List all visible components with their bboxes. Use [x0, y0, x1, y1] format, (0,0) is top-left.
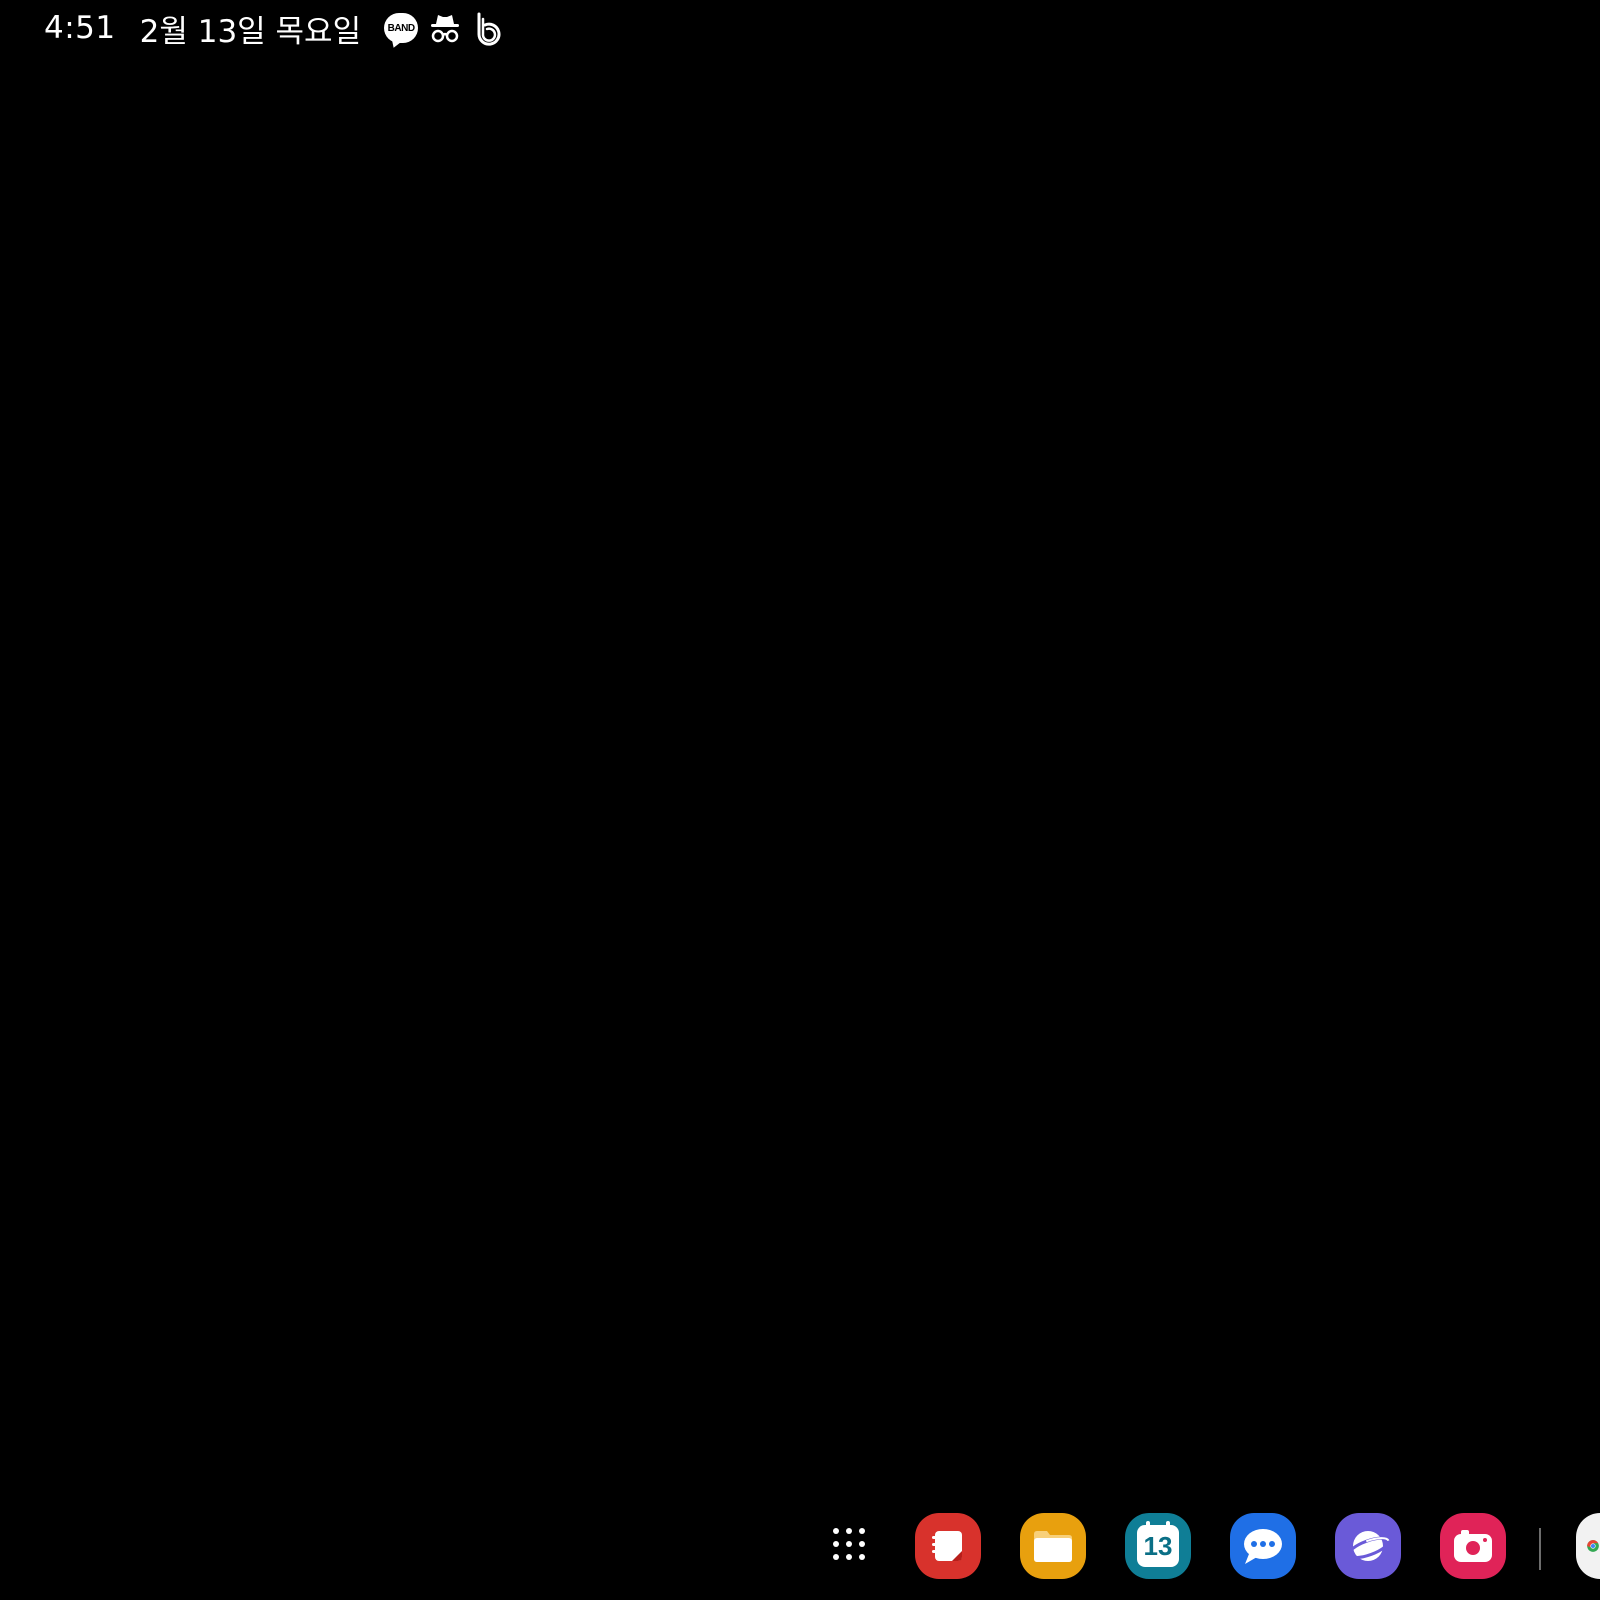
chrome-icon [1587, 1540, 1599, 1552]
planet-icon [1347, 1531, 1391, 1561]
chat-bubble-icon [1244, 1529, 1282, 1564]
calendar-icon: 13 [1137, 1521, 1179, 1567]
internet-app-button[interactable] [1335, 1513, 1401, 1579]
status-time: 4:51 [44, 10, 116, 46]
chrome-app-button[interactable] [1576, 1513, 1600, 1579]
home-screen: 4:51 2월 13일 목요일 BAND 13 [0, 0, 1600, 1600]
recorder-app-button[interactable] [1440, 1513, 1506, 1579]
bixby-icon [471, 10, 507, 46]
folder-icon [1034, 1531, 1072, 1562]
status-date: 2월 13일 목요일 [139, 13, 362, 50]
camera-icon [1454, 1530, 1492, 1562]
apps-grid-icon[interactable] [833, 1528, 869, 1564]
band-icon: BAND [383, 10, 419, 46]
messages-app-button[interactable] [1230, 1513, 1296, 1579]
band-icon-label: BAND [387, 22, 415, 34]
dock-divider [1539, 1528, 1541, 1570]
files-app-button[interactable] [1020, 1513, 1086, 1579]
status-bar: 4:51 2월 13일 목요일 BAND [44, 8, 507, 50]
notes-icon [932, 1531, 962, 1561]
calendar-app-button[interactable]: 13 [1125, 1513, 1191, 1579]
notes-app-button[interactable] [915, 1513, 981, 1579]
incognito-icon [427, 10, 463, 46]
taskbar: 13 [0, 1513, 1600, 1583]
calendar-date-label: 13 [1143, 1530, 1173, 1561]
notification-icons: BAND [383, 10, 507, 46]
